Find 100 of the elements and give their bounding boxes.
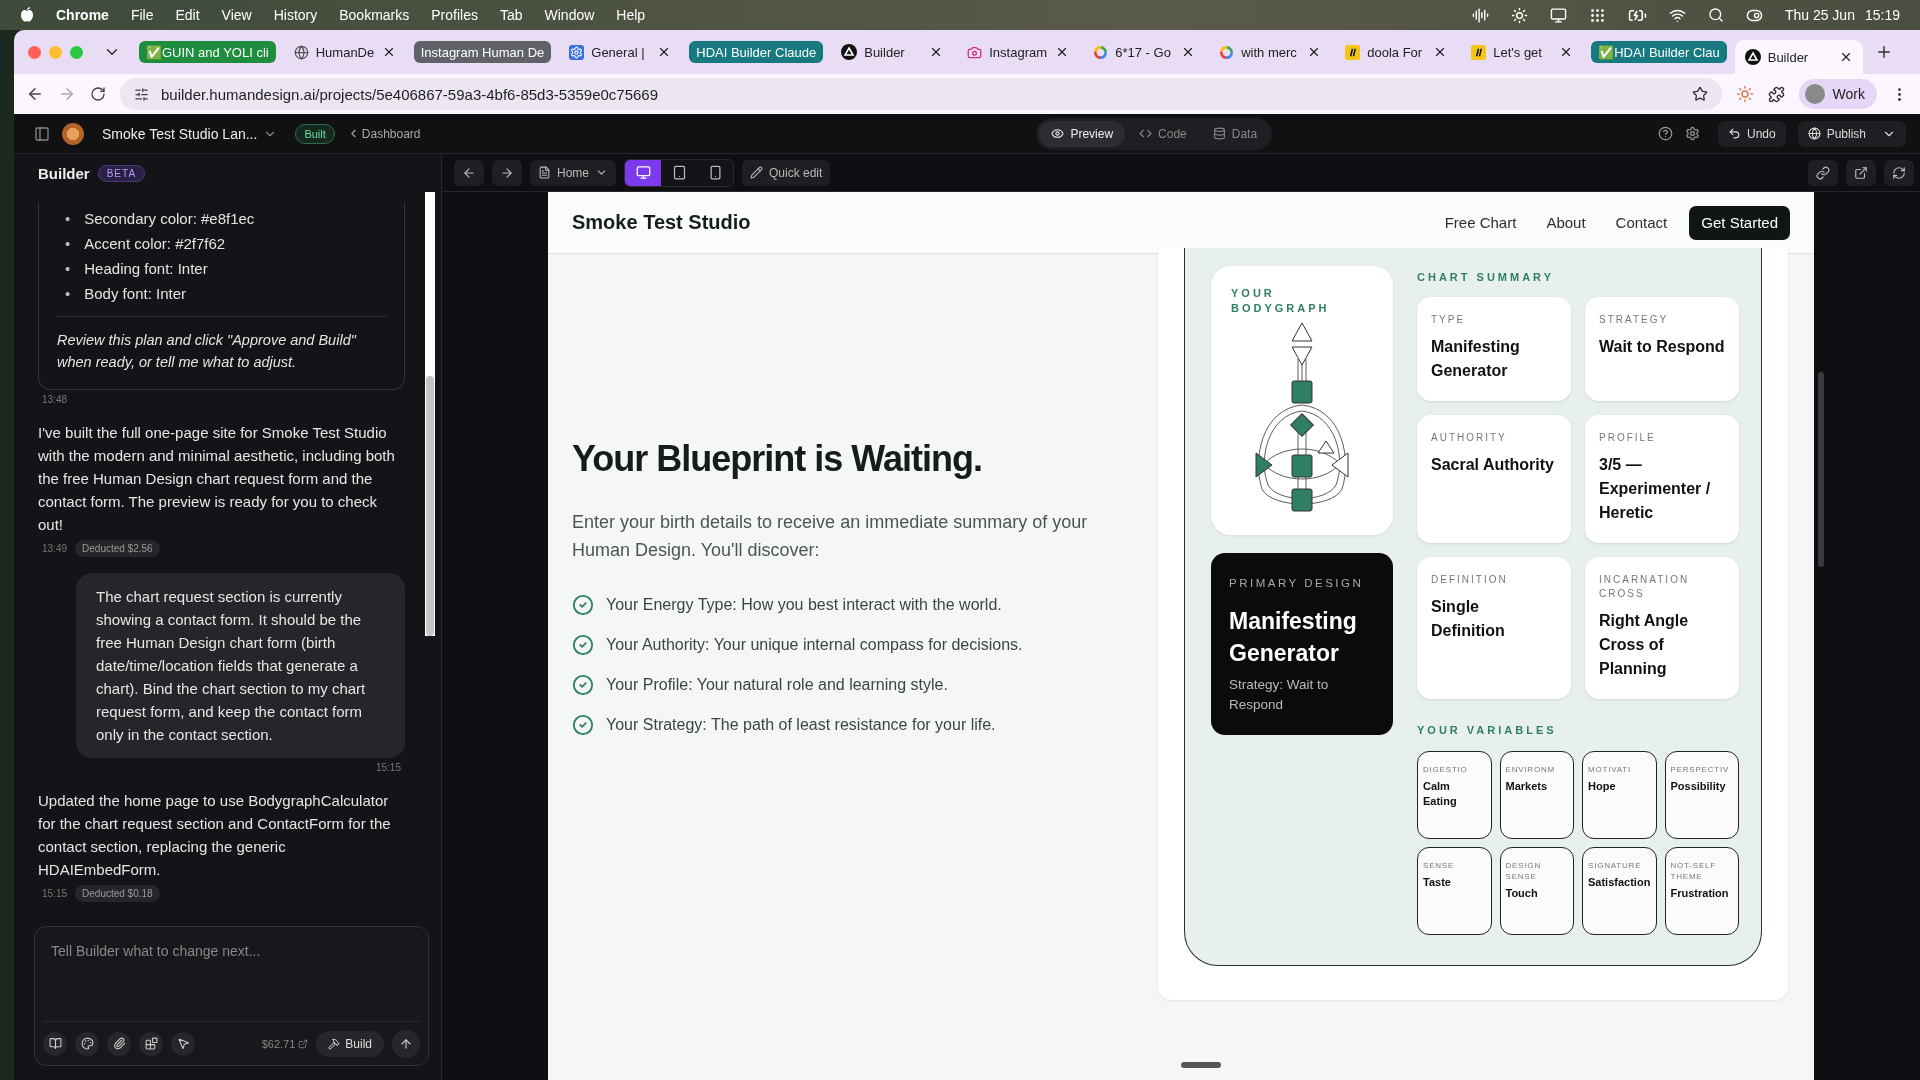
apple-logo-icon[interactable] — [20, 7, 34, 23]
view-tab[interactable]: Code — [1127, 120, 1199, 147]
get-started-button[interactable]: Get Started — [1689, 205, 1790, 240]
app-menu[interactable]: Chrome — [56, 7, 109, 23]
nav-link[interactable]: Contact — [1615, 214, 1668, 231]
nav-link[interactable]: About — [1546, 214, 1586, 231]
menu-item[interactable]: Edit — [175, 7, 200, 23]
project-menu[interactable]: Smoke Test Studio Lan... — [96, 124, 284, 143]
variable-label: PERSPECTIV — [1670, 763, 1731, 775]
status-badge: Built — [295, 123, 335, 144]
page-select[interactable]: Home — [530, 159, 616, 186]
tablet-view-button[interactable] — [661, 159, 697, 186]
browser-tab[interactable]: with merc — [1209, 35, 1332, 69]
browser-tab[interactable]: doola For — [1335, 35, 1458, 69]
reload-icon[interactable] — [90, 86, 106, 102]
blocks-button[interactable] — [139, 1031, 163, 1056]
primary-design-strategy: Strategy: Wait to Respond — [1229, 675, 1330, 714]
publish-button[interactable]: Publish — [1797, 120, 1906, 147]
ring-icon — [1093, 44, 1109, 60]
menu-date[interactable]: Thu 25 Jun — [1784, 7, 1855, 23]
menu-item[interactable]: History — [273, 7, 318, 23]
pointer-button[interactable] — [171, 1031, 195, 1056]
summary-value: Wait to Respond — [1599, 337, 1725, 358]
eye-icon — [1051, 127, 1065, 140]
back-icon[interactable] — [26, 85, 44, 103]
site-brand[interactable]: Smoke Test Studio — [572, 211, 1415, 234]
message-input[interactable]: Tell Builder what to change next... — [35, 927, 428, 1021]
globe-icon — [293, 44, 309, 60]
tab-group-chip[interactable]: ✅GUIN and YOLI cli — [139, 41, 276, 63]
message-time: 13:48 — [42, 394, 68, 405]
user-message: The chart request section is currently showing a contact form. It should be the free Human Design chart form (birth date/time/location fields that generate a chart). Bind the chart section to my chart request form, and keep the contact form only in the contact section. — [76, 573, 405, 758]
help-icon[interactable] — [1657, 126, 1673, 141]
browser-tab[interactable]: Instagram — [957, 35, 1080, 69]
sidebar-toggle-icon[interactable] — [34, 125, 50, 142]
menu-item[interactable]: Help — [616, 7, 646, 23]
bullet-mark: • — [65, 284, 71, 304]
assistant-message: I've built the full one-page site for Smoke Test Studio with the modern and minimal aesthetic, including both the free Human Design chart request form and the contact form. The preview is ready for you to check out! — [38, 423, 396, 535]
bullet-mark: • — [65, 259, 71, 279]
menu-item[interactable]: Window — [544, 7, 595, 23]
grid-icon[interactable] — [1588, 6, 1606, 24]
drag-handle[interactable] — [1181, 1062, 1221, 1068]
build-button[interactable]: Build — [316, 1030, 384, 1057]
browser-tab[interactable]: 6*17 - Go — [1083, 35, 1206, 69]
back-button[interactable] — [454, 159, 484, 186]
browser-tab[interactable]: Builder — [831, 35, 954, 69]
paperclip-icon — [112, 1037, 126, 1050]
tab-group-chip[interactable]: HDAI Builder Claude — [689, 41, 824, 63]
site-settings-icon[interactable] — [134, 86, 149, 102]
credits-link[interactable]: $62.71 — [261, 1037, 309, 1050]
forward-button[interactable] — [492, 159, 522, 186]
variable-label: DIGESTIO — [1423, 763, 1469, 775]
search-icon[interactable] — [1707, 7, 1724, 23]
extensions-icon[interactable] — [1767, 85, 1785, 103]
summary-label: DEFINITION — [1431, 573, 1509, 588]
settings-icon[interactable] — [1684, 126, 1700, 141]
send-button[interactable] — [392, 1029, 420, 1058]
browser-tab[interactable]: Let's get — [1461, 35, 1584, 69]
tab-group-chip[interactable]: Instagram Human De — [413, 41, 552, 63]
panel-title: Builder — [38, 164, 90, 182]
pointer-icon — [176, 1037, 190, 1050]
view-tab[interactable]: Data — [1200, 120, 1270, 147]
undo-button[interactable]: Undo — [1717, 120, 1786, 147]
desktop-view-button[interactable] — [625, 159, 661, 186]
menu-item[interactable]: Profiles — [431, 7, 478, 23]
menu-time[interactable]: 15:19 — [1864, 7, 1900, 23]
profile-button[interactable]: Work — [1798, 79, 1877, 109]
dashboard-link[interactable]: Dashboard — [346, 126, 421, 141]
variable-value: Frustration — [1670, 886, 1730, 902]
address-field[interactable]: builder.humandesign.ai/projects/5e406867-59a3-4bf6-85d3-5359e0c75669 — [120, 78, 1722, 110]
browser-tab[interactable]: General | — [559, 35, 682, 69]
browser-tab[interactable]: HumanDe — [283, 35, 406, 69]
section-heading: YOUR VARIABLES — [1417, 723, 1558, 739]
phone-view-button[interactable] — [697, 159, 733, 186]
audio-bars-icon[interactable] — [1471, 6, 1489, 24]
database-icon — [1212, 127, 1226, 140]
copy-link-button[interactable] — [1808, 159, 1838, 186]
book-button[interactable] — [43, 1031, 67, 1056]
palette-button[interactable] — [75, 1031, 99, 1056]
tab-group-chip[interactable]: ✅HDAI Builder Clau — [1591, 41, 1727, 63]
variable-value: Calm Eating — [1423, 778, 1458, 809]
nav-link[interactable]: Free Chart — [1444, 214, 1517, 231]
quick-edit-button[interactable]: Quick edit — [742, 159, 831, 186]
slash-mark-icon — [1471, 44, 1487, 60]
assistant-message: Updated the home page to use BodygraphCalculator for the chart request section and ContactForm for the contact section, replacing the generic HDAIEmbedForm. — [38, 791, 392, 880]
open-external-button[interactable] — [1846, 159, 1876, 186]
beta-badge: BETA — [97, 164, 146, 182]
refresh-button[interactable] — [1884, 159, 1914, 186]
menu-item[interactable]: Bookmarks — [339, 7, 410, 23]
display-icon[interactable] — [1549, 6, 1567, 24]
monitor-icon — [635, 165, 651, 180]
browser-tab[interactable]: Builder — [1734, 40, 1863, 74]
view-tab[interactable]: Preview — [1039, 120, 1126, 147]
menu-item[interactable]: File — [130, 7, 154, 23]
sun-icon[interactable] — [1510, 6, 1528, 24]
attach-button[interactable] — [107, 1031, 131, 1056]
menu-item[interactable]: Tab — [499, 7, 523, 23]
message-composer[interactable]: Tell Builder what to change next... $62.71 Build — [34, 926, 429, 1066]
bookmark-star-icon[interactable] — [1691, 86, 1708, 102]
variable-value: Touch — [1505, 886, 1539, 902]
menu-item[interactable]: View — [221, 7, 252, 23]
